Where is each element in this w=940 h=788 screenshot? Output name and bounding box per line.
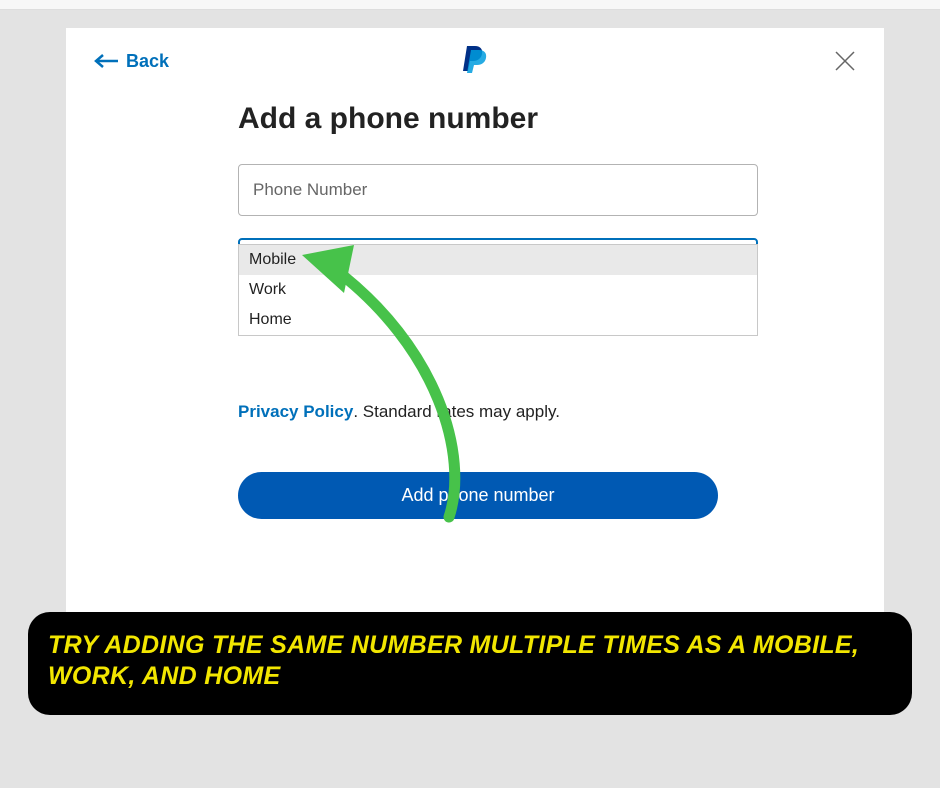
privacy-policy-link[interactable]: Privacy Policy <box>238 402 353 421</box>
phone-placeholder: Phone Number <box>253 180 367 199</box>
back-button[interactable]: Back <box>94 51 169 72</box>
policy-text: Privacy Policy. Standard rates may apply… <box>238 402 758 422</box>
close-icon <box>834 50 856 72</box>
back-label: Back <box>126 51 169 72</box>
phone-number-input[interactable]: Phone Number <box>238 164 758 216</box>
browser-bar <box>0 0 940 10</box>
paypal-logo-icon <box>462 44 488 79</box>
tip-callout: TRY ADDING THE SAME NUMBER MULTIPLE TIME… <box>28 612 912 715</box>
arrow-left-icon <box>94 54 120 68</box>
form-content: Add a phone number Phone Number Category… <box>238 102 758 519</box>
modal-panel: Back Add a phone number Phone Number Cat… <box>66 28 884 648</box>
policy-tail: . Standard rates may apply. <box>353 402 560 421</box>
category-dropdown: Mobile Work Home <box>238 244 758 336</box>
modal-header: Back <box>94 50 856 72</box>
dropdown-option-home[interactable]: Home <box>239 305 757 335</box>
close-button[interactable] <box>834 50 856 72</box>
dropdown-option-work[interactable]: Work <box>239 275 757 305</box>
page-title: Add a phone number <box>238 102 758 136</box>
add-phone-button[interactable]: Add phone number <box>238 472 718 519</box>
dropdown-option-mobile[interactable]: Mobile <box>239 245 757 275</box>
